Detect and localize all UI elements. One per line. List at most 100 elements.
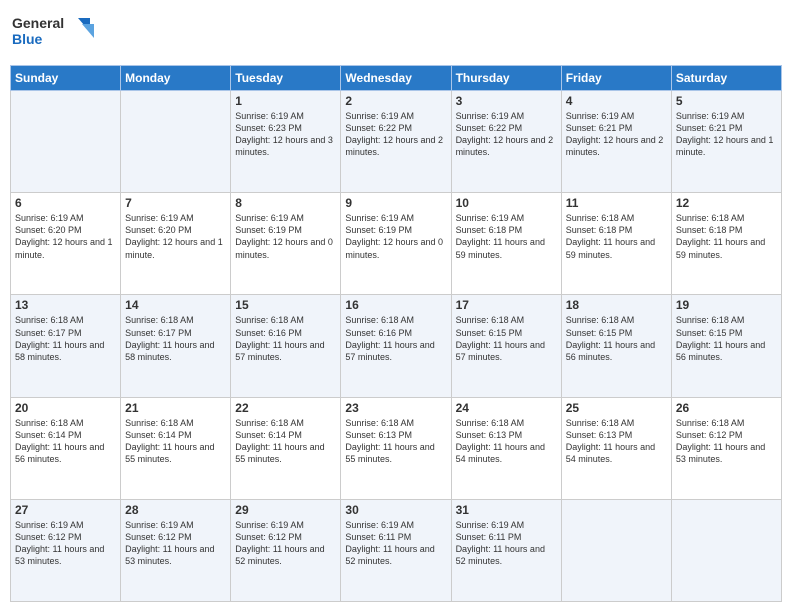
day-number: 2	[345, 94, 446, 108]
day-number: 24	[456, 401, 557, 415]
day-info: Sunrise: 6:18 AM Sunset: 6:14 PM Dayligh…	[15, 417, 116, 466]
day-info: Sunrise: 6:18 AM Sunset: 6:14 PM Dayligh…	[125, 417, 226, 466]
day-info: Sunrise: 6:18 AM Sunset: 6:15 PM Dayligh…	[676, 314, 777, 363]
calendar-cell	[561, 499, 671, 601]
day-number: 22	[235, 401, 336, 415]
calendar-cell: 8 Sunrise: 6:19 AM Sunset: 6:19 PM Daylig…	[231, 193, 341, 295]
day-number: 4	[566, 94, 667, 108]
day-number: 9	[345, 196, 446, 210]
day-info: Sunrise: 6:18 AM Sunset: 6:13 PM Dayligh…	[345, 417, 446, 466]
logo-text: General Blue	[10, 10, 100, 57]
day-info: Sunrise: 6:19 AM Sunset: 6:19 PM Dayligh…	[235, 212, 336, 261]
day-number: 5	[676, 94, 777, 108]
header: General Blue	[10, 10, 782, 57]
day-info: Sunrise: 6:18 AM Sunset: 6:15 PM Dayligh…	[456, 314, 557, 363]
day-number: 1	[235, 94, 336, 108]
day-number: 15	[235, 298, 336, 312]
calendar-cell: 14 Sunrise: 6:18 AM Sunset: 6:17 PM Dayli…	[121, 295, 231, 397]
calendar-cell	[121, 91, 231, 193]
calendar-week-5: 27 Sunrise: 6:19 AM Sunset: 6:12 PM Dayli…	[11, 499, 782, 601]
day-number: 28	[125, 503, 226, 517]
logo: General Blue	[10, 10, 100, 57]
day-number: 8	[235, 196, 336, 210]
svg-text:Blue: Blue	[12, 31, 43, 47]
calendar-cell: 6 Sunrise: 6:19 AM Sunset: 6:20 PM Daylig…	[11, 193, 121, 295]
calendar-cell: 15Sunrise: 6:18 AM Sunset: 6:16 PM Dayli…	[231, 295, 341, 397]
day-info: Sunrise: 6:19 AM Sunset: 6:11 PM Dayligh…	[456, 519, 557, 568]
day-info: Sunrise: 6:18 AM Sunset: 6:13 PM Dayligh…	[456, 417, 557, 466]
day-number: 23	[345, 401, 446, 415]
calendar-table: SundayMondayTuesdayWednesdayThursdayFrid…	[10, 65, 782, 602]
day-number: 18	[566, 298, 667, 312]
calendar-cell	[11, 91, 121, 193]
calendar-cell: 18Sunrise: 6:18 AM Sunset: 6:15 PM Dayli…	[561, 295, 671, 397]
calendar-cell: 30Sunrise: 6:19 AM Sunset: 6:11 PM Dayli…	[341, 499, 451, 601]
weekday-header-friday: Friday	[561, 66, 671, 91]
day-number: 26	[676, 401, 777, 415]
calendar-body: 1 Sunrise: 6:19 AM Sunset: 6:23 PM Daylig…	[11, 91, 782, 602]
calendar-cell: 24 Sunrise: 6:18 AM Sunset: 6:13 PM Dayli…	[451, 397, 561, 499]
day-info: Sunrise: 6:19 AM Sunset: 6:23 PM Dayligh…	[235, 110, 336, 159]
weekday-header-monday: Monday	[121, 66, 231, 91]
weekday-header-tuesday: Tuesday	[231, 66, 341, 91]
day-number: 10	[456, 196, 557, 210]
calendar-cell: 29 Sunrise: 6:19 AM Sunset: 6:12 PM Dayli…	[231, 499, 341, 601]
day-number: 31	[456, 503, 557, 517]
calendar-cell: 2 Sunrise: 6:19 AM Sunset: 6:22 PM Daylig…	[341, 91, 451, 193]
day-info: Sunrise: 6:19 AM Sunset: 6:11 PM Dayligh…	[345, 519, 446, 568]
calendar-week-4: 20Sunrise: 6:18 AM Sunset: 6:14 PM Dayli…	[11, 397, 782, 499]
day-number: 29	[235, 503, 336, 517]
day-info: Sunrise: 6:19 AM Sunset: 6:22 PM Dayligh…	[345, 110, 446, 159]
day-number: 7	[125, 196, 226, 210]
calendar-cell: 11Sunrise: 6:18 AM Sunset: 6:18 PM Dayli…	[561, 193, 671, 295]
calendar-cell: 26 Sunrise: 6:18 AM Sunset: 6:12 PM Dayli…	[671, 397, 781, 499]
day-number: 17	[456, 298, 557, 312]
calendar-cell: 9 Sunrise: 6:19 AM Sunset: 6:19 PM Daylig…	[341, 193, 451, 295]
calendar-week-1: 1 Sunrise: 6:19 AM Sunset: 6:23 PM Daylig…	[11, 91, 782, 193]
day-info: Sunrise: 6:19 AM Sunset: 6:22 PM Dayligh…	[456, 110, 557, 159]
day-number: 13	[15, 298, 116, 312]
day-number: 19	[676, 298, 777, 312]
day-number: 14	[125, 298, 226, 312]
calendar-cell: 7 Sunrise: 6:19 AM Sunset: 6:20 PM Daylig…	[121, 193, 231, 295]
calendar-week-3: 13 Sunrise: 6:18 AM Sunset: 6:17 PM Dayli…	[11, 295, 782, 397]
day-info: Sunrise: 6:19 AM Sunset: 6:18 PM Dayligh…	[456, 212, 557, 261]
calendar-cell: 27Sunrise: 6:19 AM Sunset: 6:12 PM Dayli…	[11, 499, 121, 601]
calendar-week-2: 6 Sunrise: 6:19 AM Sunset: 6:20 PM Daylig…	[11, 193, 782, 295]
calendar-cell: 25 Sunrise: 6:18 AM Sunset: 6:13 PM Dayli…	[561, 397, 671, 499]
calendar-cell: 21 Sunrise: 6:18 AM Sunset: 6:14 PM Dayli…	[121, 397, 231, 499]
day-info: Sunrise: 6:19 AM Sunset: 6:21 PM Dayligh…	[676, 110, 777, 159]
calendar-cell: 31 Sunrise: 6:19 AM Sunset: 6:11 PM Dayli…	[451, 499, 561, 601]
day-number: 27	[15, 503, 116, 517]
day-number: 6	[15, 196, 116, 210]
day-info: Sunrise: 6:18 AM Sunset: 6:18 PM Dayligh…	[566, 212, 667, 261]
weekday-header-thursday: Thursday	[451, 66, 561, 91]
calendar-cell: 1 Sunrise: 6:19 AM Sunset: 6:23 PM Daylig…	[231, 91, 341, 193]
calendar-cell	[671, 499, 781, 601]
day-info: Sunrise: 6:18 AM Sunset: 6:17 PM Dayligh…	[15, 314, 116, 363]
day-number: 21	[125, 401, 226, 415]
day-number: 12	[676, 196, 777, 210]
day-info: Sunrise: 6:18 AM Sunset: 6:17 PM Dayligh…	[125, 314, 226, 363]
calendar-cell: 13 Sunrise: 6:18 AM Sunset: 6:17 PM Dayli…	[11, 295, 121, 397]
calendar-cell: 3Sunrise: 6:19 AM Sunset: 6:22 PM Daylig…	[451, 91, 561, 193]
day-info: Sunrise: 6:19 AM Sunset: 6:21 PM Dayligh…	[566, 110, 667, 159]
day-number: 25	[566, 401, 667, 415]
calendar-header: SundayMondayTuesdayWednesdayThursdayFrid…	[11, 66, 782, 91]
day-info: Sunrise: 6:19 AM Sunset: 6:20 PM Dayligh…	[125, 212, 226, 261]
day-info: Sunrise: 6:19 AM Sunset: 6:12 PM Dayligh…	[235, 519, 336, 568]
calendar-cell: 16Sunrise: 6:18 AM Sunset: 6:16 PM Dayli…	[341, 295, 451, 397]
calendar-cell: 12Sunrise: 6:18 AM Sunset: 6:18 PM Dayli…	[671, 193, 781, 295]
calendar-cell: 19 Sunrise: 6:18 AM Sunset: 6:15 PM Dayli…	[671, 295, 781, 397]
day-info: Sunrise: 6:19 AM Sunset: 6:12 PM Dayligh…	[125, 519, 226, 568]
day-number: 16	[345, 298, 446, 312]
day-info: Sunrise: 6:18 AM Sunset: 6:12 PM Dayligh…	[676, 417, 777, 466]
calendar-cell: 10 Sunrise: 6:19 AM Sunset: 6:18 PM Dayli…	[451, 193, 561, 295]
calendar-cell: 17 Sunrise: 6:18 AM Sunset: 6:15 PM Dayli…	[451, 295, 561, 397]
day-info: Sunrise: 6:19 AM Sunset: 6:20 PM Dayligh…	[15, 212, 116, 261]
calendar-cell: 4 Sunrise: 6:19 AM Sunset: 6:21 PM Daylig…	[561, 91, 671, 193]
day-info: Sunrise: 6:18 AM Sunset: 6:14 PM Dayligh…	[235, 417, 336, 466]
weekday-header-row: SundayMondayTuesdayWednesdayThursdayFrid…	[11, 66, 782, 91]
day-info: Sunrise: 6:19 AM Sunset: 6:19 PM Dayligh…	[345, 212, 446, 261]
day-info: Sunrise: 6:18 AM Sunset: 6:13 PM Dayligh…	[566, 417, 667, 466]
